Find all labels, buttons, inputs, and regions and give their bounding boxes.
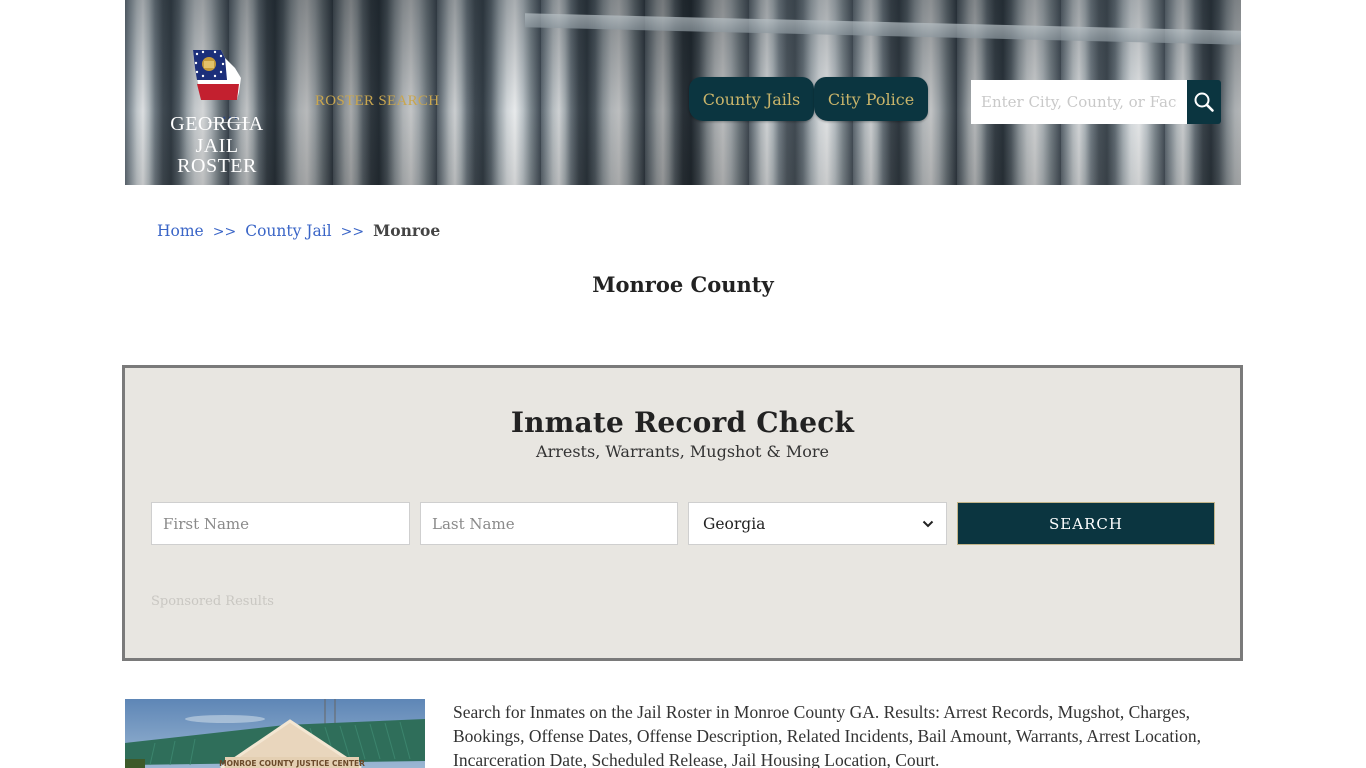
header-search-input[interactable] [971,80,1187,124]
header-search [971,80,1221,124]
logo-text-line2: JAIL ROSTER [177,135,257,177]
state-select-value: Georgia [703,514,766,533]
first-name-input[interactable] [151,502,410,545]
county-description: Search for Inmates on the Jail Roster in… [453,702,1202,768]
jail-facility-photo: MONROE COUNTY JUSTICE CENTER [125,699,425,768]
nav-tab-county-jails[interactable]: County Jails [689,77,814,121]
search-icon [1194,92,1214,112]
breadcrumb-current: Monroe [373,221,441,240]
georgia-state-flag-map-icon [193,50,241,100]
photo-sign-text: MONROE COUNTY JUSTICE CENTER [219,759,365,768]
breadcrumb-separator: >> [212,224,237,240]
site-logo[interactable]: GEORGIA JAIL ROSTER [155,44,285,176]
justice-center-image: MONROE COUNTY JUSTICE CENTER [125,699,425,768]
chevron-down-icon [922,520,934,527]
sponsored-results-label: Sponsored Results [151,594,274,609]
breadcrumb: Home >> County Jail >> Monroe [157,221,440,240]
inmate-record-check-panel: Inmate Record Check Arrests, Warrants, M… [122,365,1243,661]
state-select[interactable]: Georgia [688,502,947,545]
header-search-button[interactable] [1187,80,1221,124]
roster-search-link[interactable]: ROSTER SEARCH [315,93,439,110]
banner-shelf-decoration [525,13,1241,45]
logo-text-line1: GEORGIA [170,113,264,135]
page-title: Monroe County [592,272,774,297]
breadcrumb-home[interactable]: Home [157,222,204,240]
record-check-title: Inmate Record Check [510,406,855,439]
record-search-button[interactable]: SEARCH [957,502,1215,545]
breadcrumb-separator: >> [340,224,365,240]
last-name-input[interactable] [420,502,678,545]
nav-tab-city-police[interactable]: City Police [814,77,928,121]
breadcrumb-county-jail[interactable]: County Jail [245,222,331,240]
record-check-subtitle: Arrests, Warrants, Mugshot & More [536,442,829,461]
